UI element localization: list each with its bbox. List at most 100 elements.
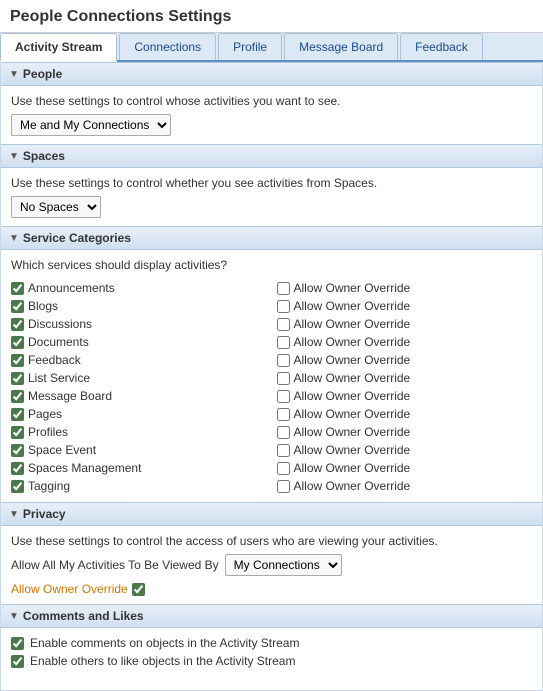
spaces-title: Spaces bbox=[23, 149, 65, 163]
discussions-checkbox[interactable] bbox=[11, 318, 24, 331]
comments-item-2: Enable others to like objects in the Act… bbox=[11, 654, 532, 668]
tab-profile[interactable]: Profile bbox=[218, 33, 282, 60]
announcements-override-checkbox[interactable] bbox=[277, 282, 290, 295]
people-section: ▼ People Use these settings to control w… bbox=[1, 62, 542, 144]
spaces-management-override-label: Allow Owner Override bbox=[294, 461, 411, 475]
people-description: Use these settings to control whose acti… bbox=[11, 94, 532, 108]
comments-likes-header[interactable]: ▼ Comments and Likes bbox=[1, 604, 542, 628]
service-row-blogs: Blogs bbox=[11, 298, 267, 314]
documents-override-label: Allow Owner Override bbox=[294, 335, 411, 349]
privacy-description: Use these settings to control the access… bbox=[11, 534, 532, 548]
pages-checkbox[interactable] bbox=[11, 408, 24, 421]
service-row-spaces-management: Spaces Management bbox=[11, 460, 267, 476]
spaces-management-label: Spaces Management bbox=[28, 461, 141, 475]
enable-likes-label: Enable others to like objects in the Act… bbox=[30, 654, 295, 668]
list-service-override-checkbox[interactable] bbox=[277, 372, 290, 385]
spaces-arrow-icon: ▼ bbox=[9, 151, 19, 162]
service-categories-section: ▼ Service Categories Which services shou… bbox=[1, 226, 542, 502]
allow-override-profiles: Allow Owner Override bbox=[277, 424, 533, 440]
spaces-dropdown[interactable]: No Spaces All Spaces My Spaces bbox=[11, 196, 101, 218]
page-title: People Connections Settings bbox=[0, 0, 543, 33]
allow-override-message-board: Allow Owner Override bbox=[277, 388, 533, 404]
documents-override-checkbox[interactable] bbox=[277, 336, 290, 349]
privacy-override-row: Allow Owner Override bbox=[11, 582, 532, 596]
enable-likes-checkbox[interactable] bbox=[11, 655, 24, 668]
service-categories-header[interactable]: ▼ Service Categories bbox=[1, 226, 542, 250]
allow-override-pages: Allow Owner Override bbox=[277, 406, 533, 422]
space-event-label: Space Event bbox=[28, 443, 96, 457]
privacy-section: ▼ Privacy Use these settings to control … bbox=[1, 502, 542, 604]
message-board-override-label: Allow Owner Override bbox=[294, 389, 411, 403]
privacy-title: Privacy bbox=[23, 507, 66, 521]
service-row-pages: Pages bbox=[11, 406, 267, 422]
pages-override-checkbox[interactable] bbox=[277, 408, 290, 421]
announcements-checkbox[interactable] bbox=[11, 282, 24, 295]
feedback-override-checkbox[interactable] bbox=[277, 354, 290, 367]
blogs-checkbox[interactable] bbox=[11, 300, 24, 313]
comments-likes-title: Comments and Likes bbox=[23, 609, 144, 623]
enable-comments-checkbox[interactable] bbox=[11, 637, 24, 650]
service-row-feedback: Feedback bbox=[11, 352, 267, 368]
service-row-list-service: List Service bbox=[11, 370, 267, 386]
tagging-override-label: Allow Owner Override bbox=[294, 479, 411, 493]
message-board-label: Message Board bbox=[28, 389, 112, 403]
allow-override-documents: Allow Owner Override bbox=[277, 334, 533, 350]
profiles-override-label: Allow Owner Override bbox=[294, 425, 411, 439]
service-grid: Announcements Allow Owner Override Blogs… bbox=[11, 280, 532, 494]
allow-override-tagging: Allow Owner Override bbox=[277, 478, 533, 494]
tab-feedback[interactable]: Feedback bbox=[400, 33, 483, 60]
allow-override-space-event: Allow Owner Override bbox=[277, 442, 533, 458]
feedback-override-label: Allow Owner Override bbox=[294, 353, 411, 367]
blogs-override-checkbox[interactable] bbox=[277, 300, 290, 313]
people-arrow-icon: ▼ bbox=[9, 69, 19, 80]
spaces-management-override-checkbox[interactable] bbox=[277, 462, 290, 475]
space-event-override-label: Allow Owner Override bbox=[294, 443, 411, 457]
blogs-label: Blogs bbox=[28, 299, 58, 313]
privacy-section-header[interactable]: ▼ Privacy bbox=[1, 502, 542, 526]
content-area: ▼ People Use these settings to control w… bbox=[0, 62, 543, 691]
people-dropdown[interactable]: Me and My Connections Everyone Just Me bbox=[11, 114, 171, 136]
spaces-section: ▼ Spaces Use these settings to control w… bbox=[1, 144, 542, 226]
privacy-override-checkbox[interactable] bbox=[132, 583, 145, 596]
spaces-section-header[interactable]: ▼ Spaces bbox=[1, 144, 542, 168]
allow-override-feedback: Allow Owner Override bbox=[277, 352, 533, 368]
profiles-override-checkbox[interactable] bbox=[277, 426, 290, 439]
tagging-checkbox[interactable] bbox=[11, 480, 24, 493]
service-row-space-event: Space Event bbox=[11, 442, 267, 458]
pages-label: Pages bbox=[28, 407, 62, 421]
feedback-checkbox[interactable] bbox=[11, 354, 24, 367]
tab-connections[interactable]: Connections bbox=[119, 33, 216, 60]
documents-checkbox[interactable] bbox=[11, 336, 24, 349]
message-board-checkbox[interactable] bbox=[11, 390, 24, 403]
allow-override-announcements: Allow Owner Override bbox=[277, 280, 533, 296]
tagging-label: Tagging bbox=[28, 479, 70, 493]
privacy-arrow-icon: ▼ bbox=[9, 509, 19, 520]
service-categories-arrow-icon: ▼ bbox=[9, 233, 19, 244]
service-row-message-board: Message Board bbox=[11, 388, 267, 404]
message-board-override-checkbox[interactable] bbox=[277, 390, 290, 403]
comments-item-1: Enable comments on objects in the Activi… bbox=[11, 636, 532, 650]
service-row-discussions: Discussions bbox=[11, 316, 267, 332]
service-row-announcements: Announcements bbox=[11, 280, 267, 296]
spaces-management-checkbox[interactable] bbox=[11, 462, 24, 475]
discussions-override-label: Allow Owner Override bbox=[294, 317, 411, 331]
tagging-override-checkbox[interactable] bbox=[277, 480, 290, 493]
list-service-label: List Service bbox=[28, 371, 90, 385]
comments-likes-arrow-icon: ▼ bbox=[9, 611, 19, 622]
privacy-dropdown[interactable]: My Connections Everyone Just Me bbox=[225, 554, 342, 576]
allow-owner-override-link[interactable]: Allow Owner Override bbox=[11, 582, 128, 596]
discussions-override-checkbox[interactable] bbox=[277, 318, 290, 331]
people-title: People bbox=[23, 67, 62, 81]
tab-message-board[interactable]: Message Board bbox=[284, 33, 398, 60]
space-event-checkbox[interactable] bbox=[11, 444, 24, 457]
announcements-label: Announcements bbox=[28, 281, 115, 295]
space-event-override-checkbox[interactable] bbox=[277, 444, 290, 457]
allow-override-blogs: Allow Owner Override bbox=[277, 298, 533, 314]
tab-activity-stream[interactable]: Activity Stream bbox=[0, 33, 117, 62]
profiles-checkbox[interactable] bbox=[11, 426, 24, 439]
enable-comments-label: Enable comments on objects in the Activi… bbox=[30, 636, 299, 650]
allow-all-label: Allow All My Activities To Be Viewed By bbox=[11, 558, 219, 572]
people-section-header[interactable]: ▼ People bbox=[1, 62, 542, 86]
spaces-description: Use these settings to control whether yo… bbox=[11, 176, 532, 190]
list-service-checkbox[interactable] bbox=[11, 372, 24, 385]
